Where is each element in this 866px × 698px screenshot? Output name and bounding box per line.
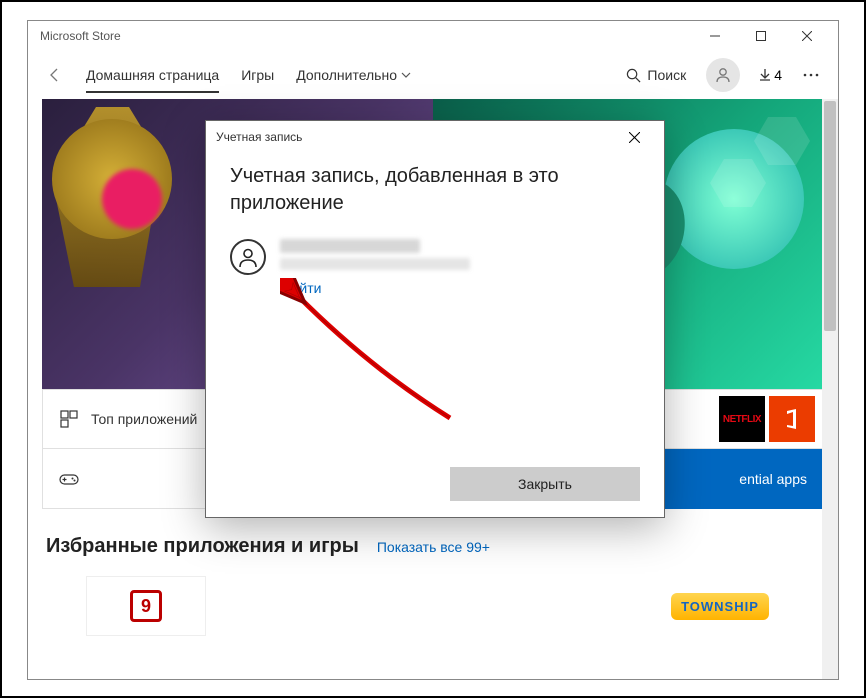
category-top-apps-label: Топ приложений	[91, 411, 197, 427]
downloads-button[interactable]: 4	[750, 61, 790, 89]
dialog-body: Учетная запись, добавленная в это прилож…	[206, 153, 664, 517]
vertical-scrollbar[interactable]	[822, 99, 838, 679]
dialog-heading: Учетная запись, добавленная в это прилож…	[230, 163, 640, 217]
minimize-button[interactable]	[692, 21, 738, 51]
account-row: Выйти	[230, 239, 640, 296]
dialog-titlebar: Учетная запись	[206, 121, 664, 153]
signout-link[interactable]: Выйти	[280, 280, 470, 296]
dialog-close-button[interactable]	[614, 121, 654, 153]
office-badge	[769, 396, 815, 442]
user-icon	[237, 246, 259, 268]
featured-apps-row: 9 TOWNSHIP	[46, 576, 820, 636]
search-label: Поиск	[647, 67, 686, 83]
account-sub-blurred	[280, 258, 470, 270]
gamepad-icon	[59, 469, 79, 489]
account-avatar	[230, 239, 266, 275]
top-nav: Домашняя страница Игры Дополнительно Пои…	[28, 51, 838, 99]
promo-badges: NETFLIX	[719, 396, 815, 442]
dialog-footer: Закрыть	[230, 467, 640, 501]
nine-logo: 9	[130, 590, 162, 622]
profile-button[interactable]	[706, 58, 740, 92]
search-icon	[626, 68, 641, 83]
maximize-button[interactable]	[738, 21, 784, 51]
featured-title: Избранные приложения и игры	[46, 535, 359, 558]
township-logo: TOWNSHIP	[671, 593, 769, 620]
close-icon	[629, 132, 640, 143]
tab-home[interactable]: Домашняя страница	[86, 59, 219, 91]
tab-more[interactable]: Дополнительно	[296, 59, 411, 91]
account-text: Выйти	[280, 239, 470, 296]
app-card-9gag[interactable]: 9	[86, 576, 206, 636]
featured-show-all-link[interactable]: Показать все 99+	[377, 539, 490, 555]
tab-games[interactable]: Игры	[241, 59, 274, 91]
search-button[interactable]: Поиск	[616, 61, 696, 89]
promo-essential-label: ential apps	[739, 471, 807, 487]
grid-icon	[59, 409, 79, 429]
dialog-close-action-button[interactable]: Закрыть	[450, 467, 640, 501]
tab-more-label: Дополнительно	[296, 67, 397, 83]
account-name-blurred	[280, 239, 420, 253]
scrollbar-thumb[interactable]	[824, 101, 836, 331]
netflix-badge: NETFLIX	[719, 396, 765, 442]
window-title: Microsoft Store	[36, 29, 692, 43]
user-icon	[714, 66, 732, 84]
ellipsis-icon	[803, 73, 819, 77]
download-icon	[758, 68, 772, 82]
downloads-count: 4	[774, 67, 782, 83]
window-titlebar: Microsoft Store	[28, 21, 838, 51]
app-card-township[interactable]: TOWNSHIP	[660, 576, 780, 636]
close-window-button[interactable]	[784, 21, 830, 51]
featured-section: Избранные приложения и игры Показать все…	[46, 535, 820, 636]
account-dialog: Учетная запись Учетная запись, добавленн…	[205, 120, 665, 518]
chevron-down-icon	[401, 70, 411, 80]
nav-tabs: Домашняя страница Игры Дополнительно	[86, 59, 411, 91]
more-menu-button[interactable]	[794, 58, 828, 92]
back-button[interactable]	[38, 58, 72, 92]
dialog-title: Учетная запись	[216, 130, 614, 144]
